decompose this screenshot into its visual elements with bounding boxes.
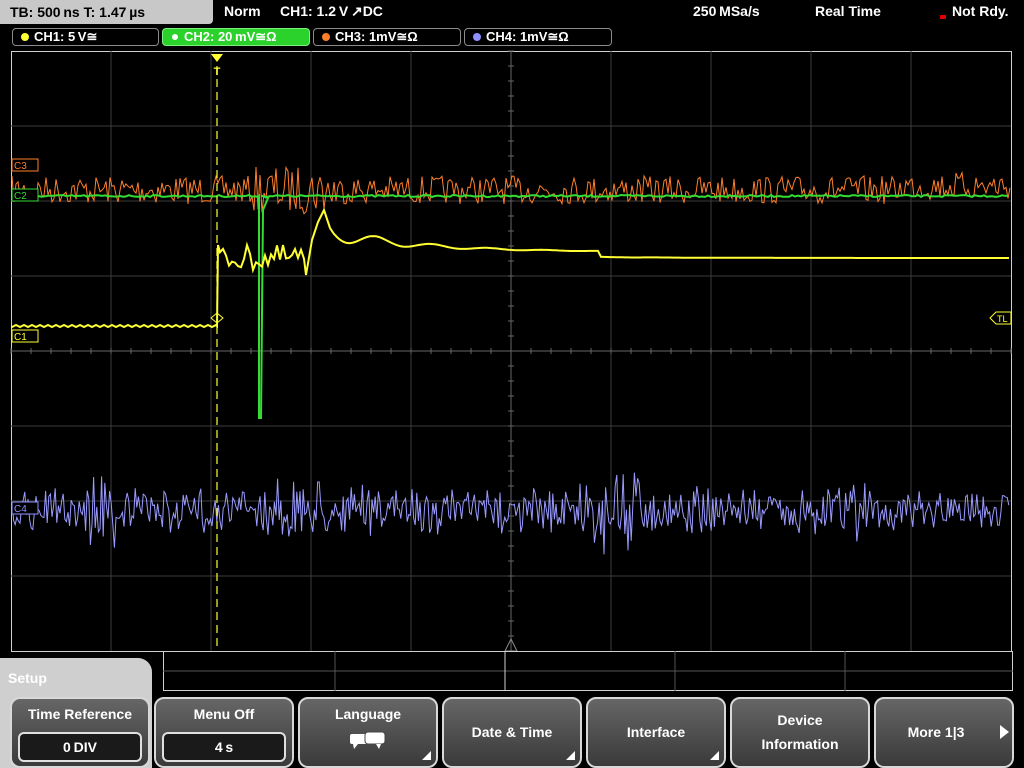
trigger-position-label: T <box>214 66 221 78</box>
graticule <box>10 50 1012 652</box>
submenu-indicator-icon <box>422 751 431 760</box>
ch4-marker-label: C4 <box>14 504 27 515</box>
ch3-marker-label: C3 <box>14 161 27 172</box>
ch3-ground-marker[interactable]: C3 <box>11 158 39 172</box>
ch4-trace <box>11 472 1010 555</box>
time-reference-softkey[interactable]: Time Reference 0 DIV <box>10 697 150 768</box>
softkey-label: Interface <box>626 724 686 740</box>
menu-off-value: 4 s <box>162 732 286 762</box>
ch4-ground-marker[interactable]: C4 <box>11 501 39 515</box>
ch2-ground-marker[interactable]: C2 <box>11 188 39 202</box>
next-page-arrow-icon <box>1000 725 1009 739</box>
softkey-label-line1: Device <box>777 712 823 728</box>
trigger-level-label: TL <box>997 314 1008 324</box>
menu-off-softkey[interactable]: Menu Off 4 s <box>154 697 294 768</box>
time-reference-value: 0 DIV <box>18 732 142 762</box>
device-information-softkey[interactable]: Device Information <box>730 697 870 768</box>
submenu-indicator-icon <box>566 751 575 760</box>
softkey-label: More 1|3 <box>907 724 965 740</box>
interface-softkey[interactable]: Interface <box>586 697 726 768</box>
more-softkey[interactable]: More 1|3 <box>874 697 1014 768</box>
softkey-label: Time Reference <box>27 706 132 722</box>
submenu-indicator-icon <box>710 751 719 760</box>
info-panel <box>163 651 1013 691</box>
ch2-marker-label: C2 <box>14 191 27 202</box>
softkey-label-line2: Information <box>761 736 839 752</box>
speech-bubbles-icon <box>350 731 386 749</box>
language-softkey[interactable]: Language <box>298 697 438 768</box>
trigger-position-marker[interactable]: T <box>211 54 223 78</box>
ch1-marker-label: C1 <box>14 332 27 343</box>
softkey-label: Language <box>334 706 402 722</box>
softkey-label: Menu Off <box>193 706 255 722</box>
trigger-arrow-icon <box>211 54 223 62</box>
date-time-softkey[interactable]: Date & Time <box>442 697 582 768</box>
softkey-label: Date & Time <box>471 724 553 740</box>
trigger-level-marker[interactable]: TL <box>989 311 1012 325</box>
menu-title: Setup <box>8 670 47 686</box>
ch1-ground-marker[interactable]: C1 <box>11 329 39 343</box>
